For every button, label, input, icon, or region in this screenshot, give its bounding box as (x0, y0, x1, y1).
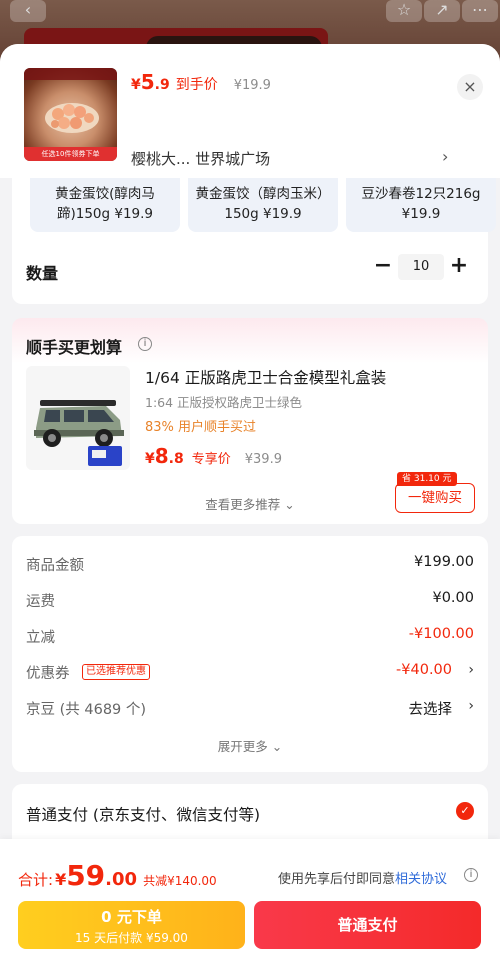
total-label: 合计: (18, 871, 54, 889)
thumbnail-band: 任选10件领券下单 (24, 147, 117, 161)
total-integer: 59 (66, 859, 106, 892)
product-thumbnail: 任选10件领券下单 (24, 68, 117, 161)
price-integer: 5 (140, 70, 155, 94)
car-icon (34, 400, 124, 466)
product-header: 任选10件领券下单 ¥ 5 .9 到手价 ¥19.9 × 樱桃大... 世界城广… (0, 44, 500, 178)
amount-value: ¥199.00 (414, 554, 474, 570)
recommendation-title: 顺手买更划算 (26, 338, 123, 357)
coupon-tag: 已选推荐优惠 (82, 664, 150, 680)
thumbnail-tag (24, 68, 117, 80)
variant-section: 黄金蛋饺(醇肉马蹄)150g ¥19.9 黄金蛋饺（醇肉玉米）150g ¥19.… (12, 164, 496, 304)
amount-value: -¥40.00 (396, 662, 452, 678)
price-integer: 8 (154, 444, 169, 468)
agreement-link[interactable]: 相关协议 (395, 872, 447, 887)
recommendation-percent: 83% 用户顺手买过 (145, 420, 257, 435)
close-icon[interactable]: × (457, 74, 483, 100)
more-icon[interactable]: ⋯ (462, 0, 498, 22)
bottom-bar: 合计: ¥ 59 .00 共减¥140.00 使用先享后付即同意相关协议 i 0… (0, 839, 500, 971)
price-decimal: .8 (168, 451, 184, 467)
amount-row-shipping: 运费 ¥0.00 (26, 590, 474, 614)
amount-value: -¥100.00 (408, 626, 474, 642)
agreement-prefix: 使用先享后付即同意 (278, 872, 396, 887)
recommendation-card: 顺手买更划算 i 1/64 正版路虎卫士合金模型礼盒装 1:64 正版授权路虎卫… (12, 318, 488, 524)
total-saved: 共减¥140.00 (143, 874, 217, 888)
variant-label: 黄金蛋饺（醇肉玉米）150g ¥19.9 (195, 186, 331, 222)
recommendation-price: ¥ 8 .8 专享价 ¥39.9 (145, 444, 282, 468)
amount-label: 运费 (26, 594, 55, 610)
quantity-label: 数量 (26, 264, 59, 283)
quantity-minus-button[interactable]: − (373, 255, 393, 277)
dumplings-image (45, 103, 99, 133)
variant-label: 黄金蛋饺(醇肉马蹄)150g ¥19.9 (55, 186, 155, 222)
original-price: ¥39.9 (244, 452, 282, 467)
order-sheet: 任选10件领券下单 ¥ 5 .9 到手价 ¥19.9 × 樱桃大... 世界城广… (0, 44, 500, 971)
price-tag: 专享价 (191, 452, 231, 467)
amount-label: 立减 (26, 630, 55, 646)
car-model-image[interactable] (26, 366, 130, 470)
star-icon[interactable]: ☆ (386, 0, 422, 22)
pay-later-button[interactable]: 0 元下单 15 天后付款 ¥59.00 (18, 901, 245, 949)
save-badge: 省 31.10 元 (397, 472, 457, 486)
agreement-text: 使用先享后付即同意相关协议 (278, 868, 447, 887)
variant-label: 豆沙春卷12只216g ¥19.9 (361, 186, 481, 222)
store-name[interactable]: 樱桃大... 世界城广场 (131, 148, 270, 169)
price-symbol: ¥ (131, 77, 141, 93)
check-icon[interactable]: ✓ (456, 802, 474, 820)
original-price: ¥19.9 (233, 78, 271, 93)
back-arrow-icon[interactable]: ‹ (10, 0, 46, 22)
amount-label: 京豆 (共 4689 个) (26, 702, 147, 718)
price-decimal: .9 (154, 77, 170, 93)
quantity-input[interactable]: 10 (398, 254, 444, 280)
amount-value[interactable]: 去选择 (409, 698, 453, 719)
share-icon[interactable]: ↗ (424, 0, 460, 22)
more-recommendations-link[interactable]: 查看更多推荐 ⌄ (12, 494, 488, 513)
price-symbol: ¥ (145, 451, 155, 467)
amount-label: 商品金额 (26, 558, 84, 574)
amount-row-coupon[interactable]: 优惠券 已选推荐优惠 -¥40.00 › (26, 662, 474, 686)
amount-label: 优惠券 (26, 666, 70, 682)
quantity-plus-button[interactable]: + (449, 255, 469, 277)
order-total: 合计: ¥ 59 .00 共减¥140.00 (18, 859, 217, 892)
payment-method-label: 普通支付 (京东支付、微信支付等) (26, 806, 261, 824)
pay-later-main: 0 元下单 (101, 908, 162, 926)
normal-pay-button[interactable]: 普通支付 (254, 901, 481, 949)
info-icon[interactable]: i (464, 868, 478, 882)
price-tag: 到手价 (175, 77, 218, 93)
expand-more-link[interactable]: 展开更多 ⌄ (12, 736, 488, 755)
total-symbol: ¥ (55, 870, 67, 889)
amount-row-jingdou[interactable]: 京豆 (共 4689 个) 去选择 › (26, 698, 474, 722)
total-decimal: .00 (105, 869, 138, 890)
chevron-right-icon[interactable]: › (468, 662, 474, 678)
product-price: ¥ 5 .9 到手价 ¥19.9 (131, 70, 271, 94)
info-icon[interactable]: i (138, 337, 152, 351)
amount-summary: 商品金额 ¥199.00 运费 ¥0.00 立减 -¥100.00 优惠券 已选… (12, 536, 488, 772)
pay-later-sub: 15 天后付款 ¥59.00 (75, 931, 188, 945)
chevron-right-icon[interactable]: › (442, 147, 448, 166)
amount-row-goods: 商品金额 ¥199.00 (26, 554, 474, 578)
amount-row-discount: 立减 -¥100.00 (26, 626, 474, 650)
recommendation-name[interactable]: 1/64 正版路虎卫士合金模型礼盒装 (145, 366, 386, 388)
amount-value: ¥0.00 (432, 590, 474, 606)
recommendation-subtitle: 1:64 正版授权路虎卫士绿色 (145, 395, 303, 410)
chevron-right-icon[interactable]: › (468, 698, 474, 714)
